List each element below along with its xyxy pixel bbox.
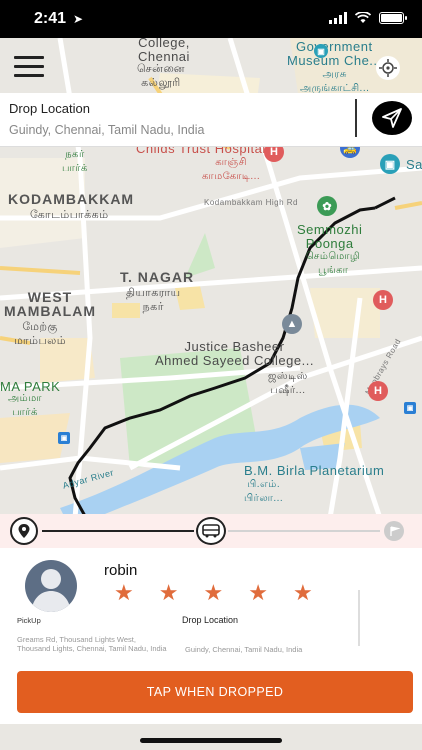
map-label-museum-ta: அரசு அருங்காட்சி... [300,69,370,94]
drop-location-box[interactable]: Drop Location Guindy, Chennai, Tamil Nad… [0,93,422,147]
pickup-address: Greams Rd, Thousand Lights West, Thousan… [17,635,167,653]
drop-address: Guindy, Chennai, Tamil Nadu, India [185,645,303,654]
map-label-sa: Sa [406,157,422,172]
pickup-label: PickUp [17,616,41,625]
map-label-park-ta: அம்மா பார்க் [8,393,42,418]
map-label-justice-ta: ஜஸ்டிஸ் பஷீர்... [268,371,308,396]
rating-stars: ★ ★ ★ ★ ★ [114,582,313,604]
map-label-west-mambalam: WEST MAMBALAM [4,289,96,319]
status-time: 2:41 [34,10,67,27]
park-icon: ✿ [317,196,337,216]
star-icon: ★ [114,580,134,605]
wifi-icon [355,12,371,23]
drop-location-address[interactable]: Guindy, Chennai, Tamil Nadu, India [9,123,204,137]
crosshair-icon [379,59,397,77]
map-label-college: College, Chennai [138,38,190,64]
bus-icon [202,524,220,538]
flag-icon [389,525,400,536]
drop-divider [355,99,357,137]
sheet-divider [358,590,360,646]
train-icon: ▣ [404,402,416,414]
locate-button[interactable] [376,56,400,80]
drop-location-title: Drop Location [9,101,90,116]
signal-icon [329,12,347,24]
hospital-icon: H [373,290,393,310]
map-label-museum: Government Museum Che... [287,39,382,68]
map-label-childs-trust-ta: காஞ்சி காமகோடி... [202,157,261,182]
location-arrow-icon: ➤ [73,12,84,26]
train-icon: ▣ [58,432,70,444]
navigate-button[interactable] [372,101,412,135]
menu-icon [14,56,44,59]
map-label-kodambakkam-ta: கோடம்பாக்கம் [30,209,109,221]
map-label-planetarium: B.M. Birla Planetarium [244,463,385,478]
college-icon: ▲ [282,314,302,334]
star-icon: ★ [248,580,268,605]
map-label-nagar-ta: நகர் பார்க் [62,149,88,174]
star-icon: ★ [158,580,179,605]
progress-remaining [228,530,380,532]
poi-icon: ▣ [380,154,400,174]
ride-details-sheet: robin ★ ★ ★ ★ ★ PickUp Drop Location Gre… [0,548,422,724]
destination-marker [384,521,404,541]
menu-button[interactable] [14,56,44,80]
home-indicator [140,738,282,743]
star-icon: ★ [292,580,313,605]
map-label-semmozhi: Semmozhi Poonga [297,222,363,251]
tap-when-dropped-button[interactable]: TAP WHEN DROPPED [17,671,413,713]
map-label-kodambakkam-road: Kodambakkam High Rd [204,198,298,207]
map-label-kodambakkam: KODAMBAKKAM [8,191,135,207]
battery-icon [379,12,407,24]
map-label-west-mambalam-ta: மேற்கு மாம்பலம் [14,321,67,347]
map-label-tnagar-ta: தியாகராய நகர் [126,287,181,313]
poi-icon: ▣ [314,44,328,58]
hospital-icon: H [368,381,388,401]
navigation-arrow-icon [382,108,402,128]
map-label-justice: Justice Basheer Ahmed Sayeed College... [155,339,314,368]
star-icon: ★ [203,580,224,605]
drop-label: Drop Location [182,615,239,625]
user-avatar-icon [25,560,77,612]
status-bar: 2:41 ➤ [0,0,422,38]
vehicle-marker [196,517,226,545]
progress-completed [42,530,194,532]
map-label-semmozhi-ta: செம்மொழி பூங்கா [306,251,361,276]
rider-name: robin [104,562,138,579]
map-label-planetarium-ta: பி.எம். பிர்லா... [244,479,284,504]
pickup-marker [10,517,38,545]
status-icons [329,12,407,24]
trip-progress [0,514,422,548]
map-label-tnagar: T. NAGAR [120,269,195,285]
location-pin-icon [18,524,30,538]
map-label-college-ta: சென்னை கல்லூரி [137,63,185,89]
